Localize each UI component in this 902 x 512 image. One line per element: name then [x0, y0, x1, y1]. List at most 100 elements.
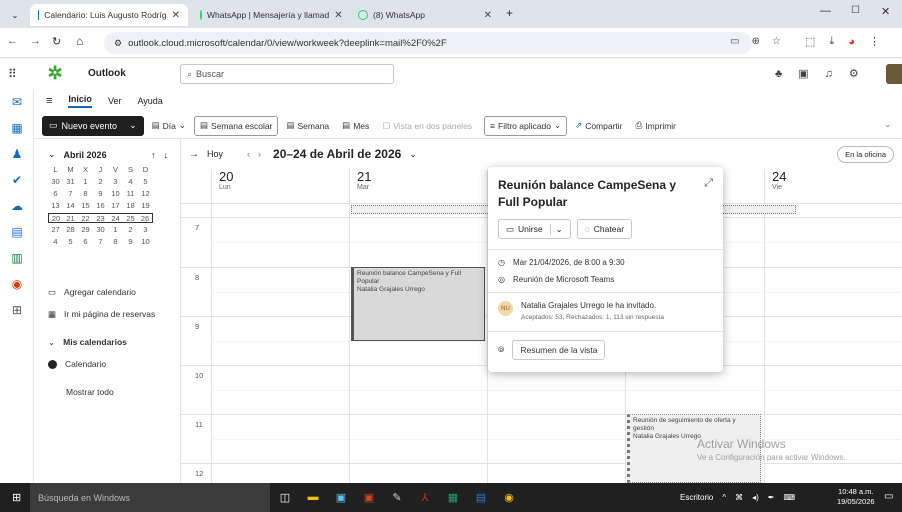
- network-icon[interactable]: ⌘: [735, 493, 743, 502]
- word-icon[interactable]: ▤: [0, 219, 34, 245]
- teams-icon[interactable]: ♣: [775, 68, 782, 80]
- minical-day[interactable]: 8: [108, 237, 123, 247]
- more-apps-icon[interactable]: ⊞: [0, 297, 34, 323]
- search-box[interactable]: ⌕ Buscar: [180, 64, 394, 84]
- paint-icon[interactable]: ✎: [386, 487, 408, 507]
- minical-day[interactable]: 7: [93, 237, 108, 247]
- tab-ver[interactable]: Ver: [108, 96, 122, 106]
- extensions-icon[interactable]: ⬚: [805, 35, 815, 48]
- chevron-down-icon[interactable]: ⌄: [549, 223, 563, 235]
- taskbar-search-box[interactable]: Búsqueda en Windows: [30, 483, 270, 512]
- minical-day[interactable]: 18: [123, 201, 138, 211]
- clock[interactable]: 10:48 a.m. 19/05/2026: [837, 487, 875, 507]
- next-icon[interactable]: ›: [258, 149, 261, 159]
- powerpoint-icon[interactable]: ▣: [358, 487, 380, 507]
- todo-icon[interactable]: ✔: [0, 167, 34, 193]
- pdf-reader-icon[interactable]: ⅄: [414, 487, 436, 507]
- gear-icon[interactable]: ⚙: [849, 67, 859, 80]
- today-button[interactable]: Hoy: [207, 149, 223, 159]
- minical-day[interactable]: 5: [138, 177, 153, 187]
- minical-day[interactable]: 4: [48, 237, 63, 247]
- app-launcher-icon[interactable]: ⠿: [8, 67, 17, 81]
- minical-day[interactable]: 20: [48, 213, 63, 223]
- minical-day[interactable]: 2: [123, 225, 138, 235]
- chevron-down-icon[interactable]: ⌄: [409, 149, 417, 160]
- filter-button[interactable]: ≡ Filtro aplicado ⌄: [484, 115, 568, 136]
- minical-day[interactable]: 14: [63, 201, 78, 211]
- minical-day[interactable]: 7: [63, 189, 78, 199]
- print-button[interactable]: ⎙ Imprimir: [631, 116, 682, 136]
- minical-day[interactable]: 5: [63, 237, 78, 247]
- status-button[interactable]: En la oficina: [837, 145, 894, 163]
- week-view-button[interactable]: ▤ Semana: [281, 116, 334, 136]
- arrow-up-icon[interactable]: ↑: [151, 150, 156, 160]
- arrow-down-icon[interactable]: ↓: [164, 150, 169, 160]
- mail-icon[interactable]: ✉: [0, 89, 34, 115]
- powerpoint-icon[interactable]: ◉: [0, 271, 34, 297]
- minical-day[interactable]: 3: [108, 177, 123, 187]
- minical-day[interactable]: 27: [48, 225, 63, 235]
- url-field[interactable]: ⚙ outlook.cloud.microsoft/calendar/0/vie…: [104, 32, 752, 54]
- onedrive-icon[interactable]: ☁: [0, 193, 34, 219]
- tab-outlook-calendar[interactable]: Calendario: Luis Augusto Rodríg ✕: [30, 4, 188, 26]
- show-all-link[interactable]: Mostrar todo: [48, 381, 155, 403]
- minical-day[interactable]: 19: [138, 201, 153, 211]
- minical-day[interactable]: 26: [138, 213, 153, 223]
- new-event-button[interactable]: ▭ Nuevo evento ⌄: [42, 115, 144, 136]
- day-view-button[interactable]: ▤ Día ⌄: [147, 116, 191, 136]
- booking-page-link[interactable]: ▦ Ir mi página de reservas: [48, 303, 155, 325]
- my-calendars-group[interactable]: ⌄ Mis calendarios: [48, 331, 155, 353]
- forward-icon[interactable]: →: [30, 35, 41, 47]
- new-tab-button[interactable]: +: [506, 6, 513, 20]
- star-icon[interactable]: ☆: [772, 36, 781, 47]
- minical-day[interactable]: 9: [123, 237, 138, 247]
- share-button[interactable]: ⇗ Compartir: [570, 116, 627, 136]
- ribbon-expand-icon[interactable]: ⌄: [884, 119, 892, 130]
- hamburger-icon[interactable]: ≡: [46, 95, 52, 107]
- close-window-button[interactable]: ✕: [881, 5, 890, 18]
- date-range[interactable]: 20–24 de Abril de 2026: [273, 147, 401, 161]
- keyboard-icon[interactable]: ⌨: [784, 493, 796, 502]
- join-button[interactable]: ▭ Unirse ⌄: [498, 219, 571, 239]
- minical-day[interactable]: 4: [123, 177, 138, 187]
- day-header[interactable]: 20 Lun: [219, 169, 233, 203]
- minical-day[interactable]: 17: [108, 201, 123, 211]
- tab-ayuda[interactable]: Ayuda: [137, 96, 162, 106]
- minical-day[interactable]: 10: [138, 237, 153, 247]
- tab-inicio[interactable]: Inicio: [68, 94, 92, 108]
- close-icon[interactable]: ✕: [172, 10, 180, 21]
- bell-icon[interactable]: ♫: [825, 68, 833, 80]
- minical-day[interactable]: 23: [93, 213, 108, 223]
- windows-start-icon[interactable]: ⊞: [12, 491, 21, 504]
- download-icon[interactable]: ⤓: [829, 35, 834, 48]
- store-icon[interactable]: ▣: [330, 487, 352, 507]
- minical-day[interactable]: 10: [108, 189, 123, 199]
- minical-day[interactable]: 30: [48, 177, 63, 187]
- task-view-icon[interactable]: ◫: [274, 487, 296, 507]
- month-view-button[interactable]: ▤ Mes: [337, 116, 374, 136]
- minical-day[interactable]: 11: [123, 189, 138, 199]
- school-week-button[interactable]: ▤ Semana escolar: [194, 115, 279, 136]
- minical-day[interactable]: 15: [78, 201, 93, 211]
- word-icon[interactable]: ▤: [470, 487, 492, 507]
- speaker-icon[interactable]: ◂): [752, 493, 759, 502]
- close-icon[interactable]: ✕: [334, 10, 342, 21]
- minical-day[interactable]: 28: [63, 225, 78, 235]
- minical-day[interactable]: 16: [93, 201, 108, 211]
- minical-day[interactable]: 9: [93, 189, 108, 199]
- minical-day[interactable]: 31: [63, 177, 78, 187]
- minical-day[interactable]: 13: [48, 201, 63, 211]
- minical-day[interactable]: 21: [63, 213, 78, 223]
- minical-day[interactable]: 25: [123, 213, 138, 223]
- chevron-up-icon[interactable]: ^: [722, 493, 726, 502]
- tab-whatsapp-web[interactable]: WhatsApp | Mensajería y llamad ✕: [192, 4, 347, 26]
- minical-day[interactable]: 2: [93, 177, 108, 187]
- site-info-icon[interactable]: ⚙: [114, 38, 122, 49]
- reload-icon[interactable]: ↻: [52, 35, 61, 48]
- close-icon[interactable]: ✕: [484, 10, 492, 21]
- expand-icon[interactable]: ⤢: [704, 177, 713, 190]
- profile-icon[interactable]: ◕: [848, 36, 855, 48]
- avatar[interactable]: [886, 64, 902, 84]
- chrome-icon[interactable]: ◉: [498, 487, 520, 507]
- day-header[interactable]: 24 Vie: [772, 169, 786, 203]
